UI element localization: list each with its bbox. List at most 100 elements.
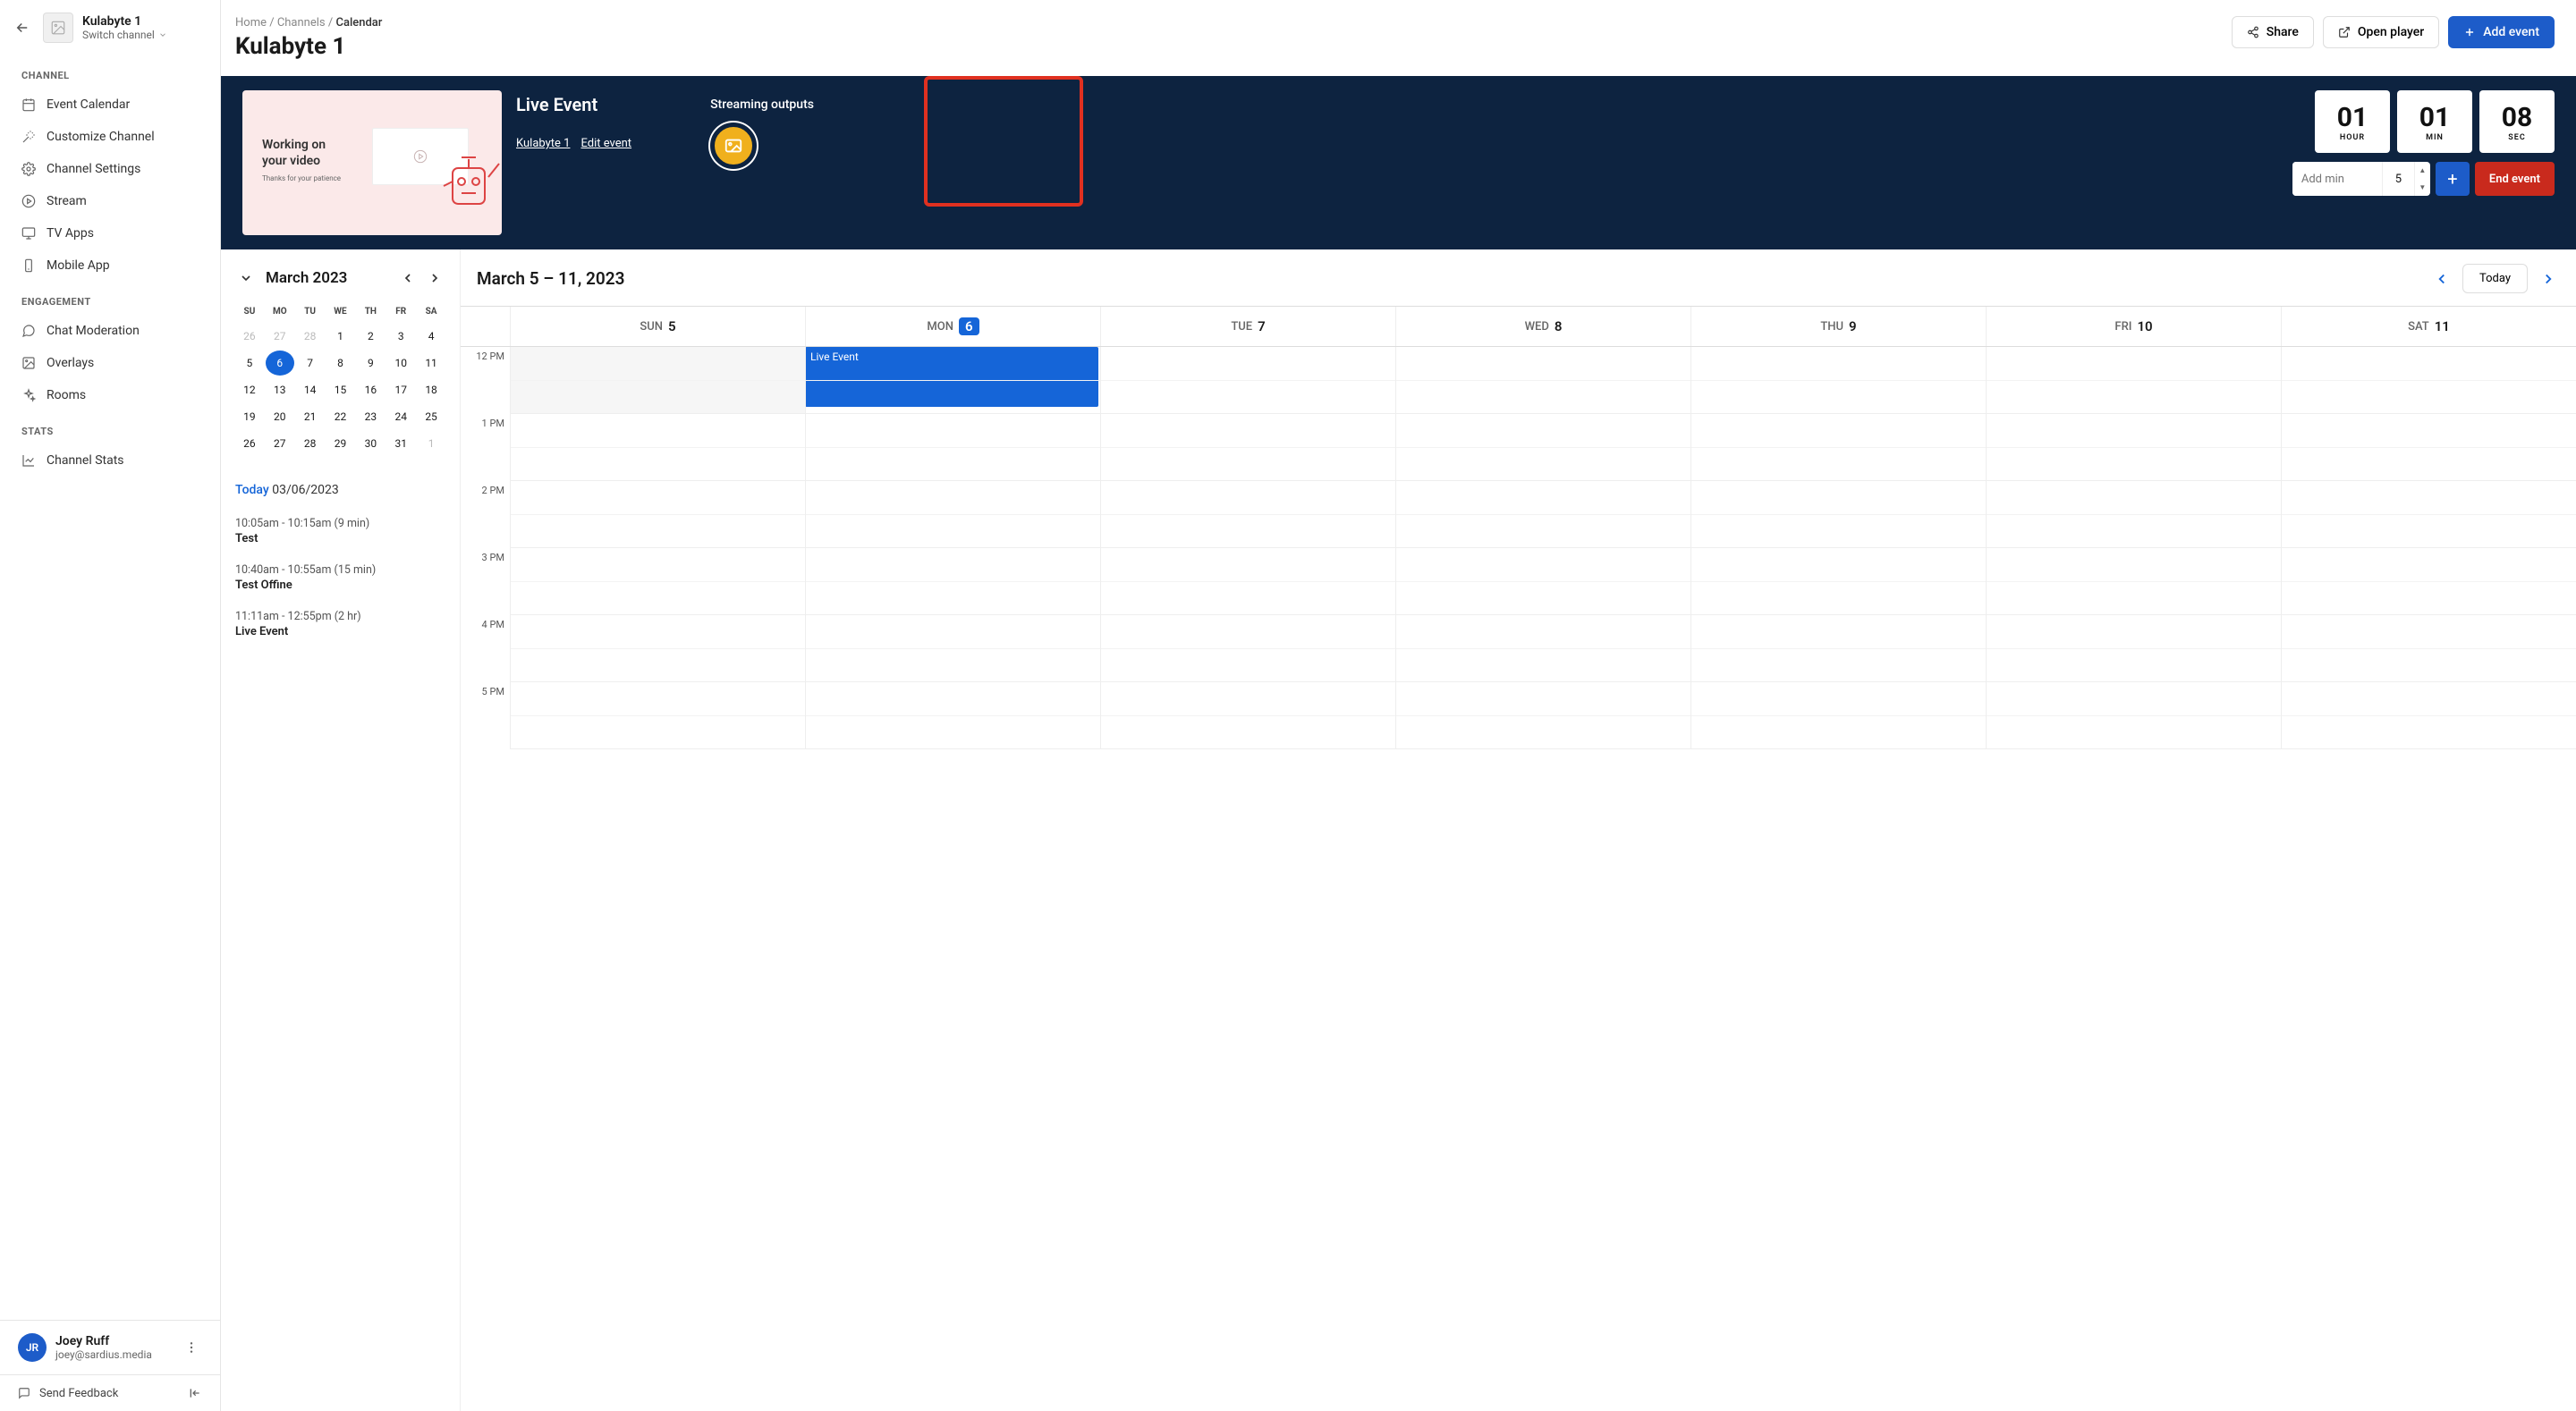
time-cell[interactable] bbox=[1986, 615, 2281, 682]
nav-mobile[interactable]: Mobile App bbox=[0, 249, 220, 282]
time-cell[interactable] bbox=[2281, 414, 2576, 481]
day-header[interactable]: WED8 bbox=[1395, 307, 1690, 346]
time-cell[interactable] bbox=[1986, 347, 2281, 414]
day-header[interactable]: THU9 bbox=[1690, 307, 1986, 346]
mini-day[interactable]: 23 bbox=[356, 404, 385, 429]
time-cell[interactable] bbox=[1395, 682, 1690, 749]
time-cell[interactable] bbox=[1690, 414, 1986, 481]
mini-next-month[interactable] bbox=[424, 267, 445, 289]
mini-day[interactable]: 1 bbox=[417, 431, 445, 456]
mini-day[interactable]: 9 bbox=[356, 351, 385, 376]
nav-event-calendar[interactable]: Event Calendar bbox=[0, 89, 220, 121]
time-cell[interactable] bbox=[1100, 615, 1395, 682]
time-cell[interactable] bbox=[1395, 347, 1690, 414]
send-feedback[interactable]: Send Feedback bbox=[18, 1387, 118, 1400]
time-cell[interactable] bbox=[510, 347, 805, 414]
mini-day[interactable]: 8 bbox=[326, 351, 355, 376]
streaming-output-1[interactable] bbox=[710, 123, 757, 169]
time-cell[interactable] bbox=[805, 682, 1100, 749]
open-player-button[interactable]: Open player bbox=[2323, 16, 2439, 48]
time-cell[interactable] bbox=[1690, 682, 1986, 749]
mini-day[interactable]: 19 bbox=[235, 404, 264, 429]
mini-day[interactable]: 14 bbox=[296, 377, 325, 402]
time-cell[interactable] bbox=[1690, 548, 1986, 615]
nav-customize[interactable]: Customize Channel bbox=[0, 121, 220, 153]
time-cell[interactable] bbox=[1100, 414, 1395, 481]
time-cell[interactable] bbox=[1395, 615, 1690, 682]
time-cell[interactable] bbox=[2281, 347, 2576, 414]
mini-day[interactable]: 6 bbox=[266, 351, 294, 376]
mini-cal-toggle[interactable] bbox=[235, 267, 257, 289]
mini-day[interactable]: 26 bbox=[235, 324, 264, 349]
time-cell[interactable] bbox=[1100, 682, 1395, 749]
time-cell[interactable] bbox=[1690, 347, 1986, 414]
mini-day[interactable]: 25 bbox=[417, 404, 445, 429]
nav-channel-stats[interactable]: Channel Stats bbox=[0, 444, 220, 477]
stepper-down[interactable]: ▼ bbox=[2415, 179, 2430, 196]
breadcrumb-channels[interactable]: Channels bbox=[277, 16, 326, 30]
nav-chat[interactable]: Chat Moderation bbox=[0, 315, 220, 347]
time-cell[interactable] bbox=[1986, 682, 2281, 749]
mini-day[interactable]: 27 bbox=[266, 324, 294, 349]
mini-day[interactable]: 18 bbox=[417, 377, 445, 402]
time-cell[interactable] bbox=[510, 548, 805, 615]
mini-prev-month[interactable] bbox=[397, 267, 419, 289]
time-cell[interactable] bbox=[1690, 615, 1986, 682]
mini-day[interactable]: 3 bbox=[386, 324, 415, 349]
time-cell[interactable] bbox=[1395, 414, 1690, 481]
day-header[interactable]: SUN5 bbox=[510, 307, 805, 346]
time-cell[interactable] bbox=[1395, 481, 1690, 548]
nav-settings[interactable]: Channel Settings bbox=[0, 153, 220, 185]
time-cell[interactable] bbox=[510, 414, 805, 481]
breadcrumb-home[interactable]: Home bbox=[235, 16, 267, 30]
mini-day[interactable]: 17 bbox=[386, 377, 415, 402]
event-list-item[interactable]: 10:05am - 10:15am (9 min)Test bbox=[235, 508, 445, 554]
time-cell[interactable] bbox=[510, 682, 805, 749]
mini-day[interactable]: 21 bbox=[296, 404, 325, 429]
day-header[interactable]: TUE7 bbox=[1100, 307, 1395, 346]
mini-day[interactable]: 2 bbox=[356, 324, 385, 349]
time-cell[interactable] bbox=[1986, 548, 2281, 615]
mini-day[interactable]: 11 bbox=[417, 351, 445, 376]
time-cell[interactable] bbox=[1100, 347, 1395, 414]
time-cell[interactable] bbox=[2281, 481, 2576, 548]
time-cell[interactable] bbox=[1100, 548, 1395, 615]
mini-day[interactable]: 30 bbox=[356, 431, 385, 456]
mini-day[interactable]: 12 bbox=[235, 377, 264, 402]
time-cell[interactable] bbox=[510, 481, 805, 548]
time-cell[interactable] bbox=[805, 414, 1100, 481]
switch-channel[interactable]: Switch channel bbox=[82, 29, 209, 41]
mini-day[interactable]: 27 bbox=[266, 431, 294, 456]
mini-day[interactable]: 28 bbox=[296, 431, 325, 456]
mini-day[interactable]: 10 bbox=[386, 351, 415, 376]
add-event-button[interactable]: Add event bbox=[2448, 16, 2555, 48]
mini-day[interactable]: 5 bbox=[235, 351, 264, 376]
week-prev[interactable] bbox=[2430, 267, 2453, 291]
day-header[interactable]: MON6 bbox=[805, 307, 1100, 346]
mini-day[interactable]: 15 bbox=[326, 377, 355, 402]
live-channel-link[interactable]: Kulabyte 1 bbox=[516, 137, 570, 150]
event-list-item[interactable]: 11:11am - 12:55pm (2 hr)Live Event bbox=[235, 601, 445, 647]
edit-event-link[interactable]: Edit event bbox=[580, 137, 631, 150]
today-button[interactable]: Today bbox=[2462, 264, 2528, 293]
mini-day[interactable]: 24 bbox=[386, 404, 415, 429]
time-cell[interactable] bbox=[805, 548, 1100, 615]
mini-day[interactable]: 26 bbox=[235, 431, 264, 456]
time-cell[interactable] bbox=[1100, 481, 1395, 548]
time-cell[interactable] bbox=[2281, 615, 2576, 682]
time-cell[interactable] bbox=[2281, 548, 2576, 615]
time-cell[interactable] bbox=[2281, 682, 2576, 749]
add-time-button[interactable]: + bbox=[2436, 162, 2470, 196]
time-cell[interactable] bbox=[1986, 414, 2281, 481]
time-cell[interactable] bbox=[1690, 481, 1986, 548]
mini-day[interactable]: 4 bbox=[417, 324, 445, 349]
nav-rooms[interactable]: Rooms bbox=[0, 379, 220, 411]
time-cell[interactable] bbox=[1395, 548, 1690, 615]
mini-day[interactable]: 16 bbox=[356, 377, 385, 402]
share-button[interactable]: Share bbox=[2232, 16, 2314, 48]
day-header[interactable]: SAT11 bbox=[2281, 307, 2576, 346]
mini-day[interactable]: 1 bbox=[326, 324, 355, 349]
nav-stream[interactable]: Stream bbox=[0, 185, 220, 217]
mini-day[interactable]: 29 bbox=[326, 431, 355, 456]
day-header[interactable]: FRI10 bbox=[1986, 307, 2281, 346]
